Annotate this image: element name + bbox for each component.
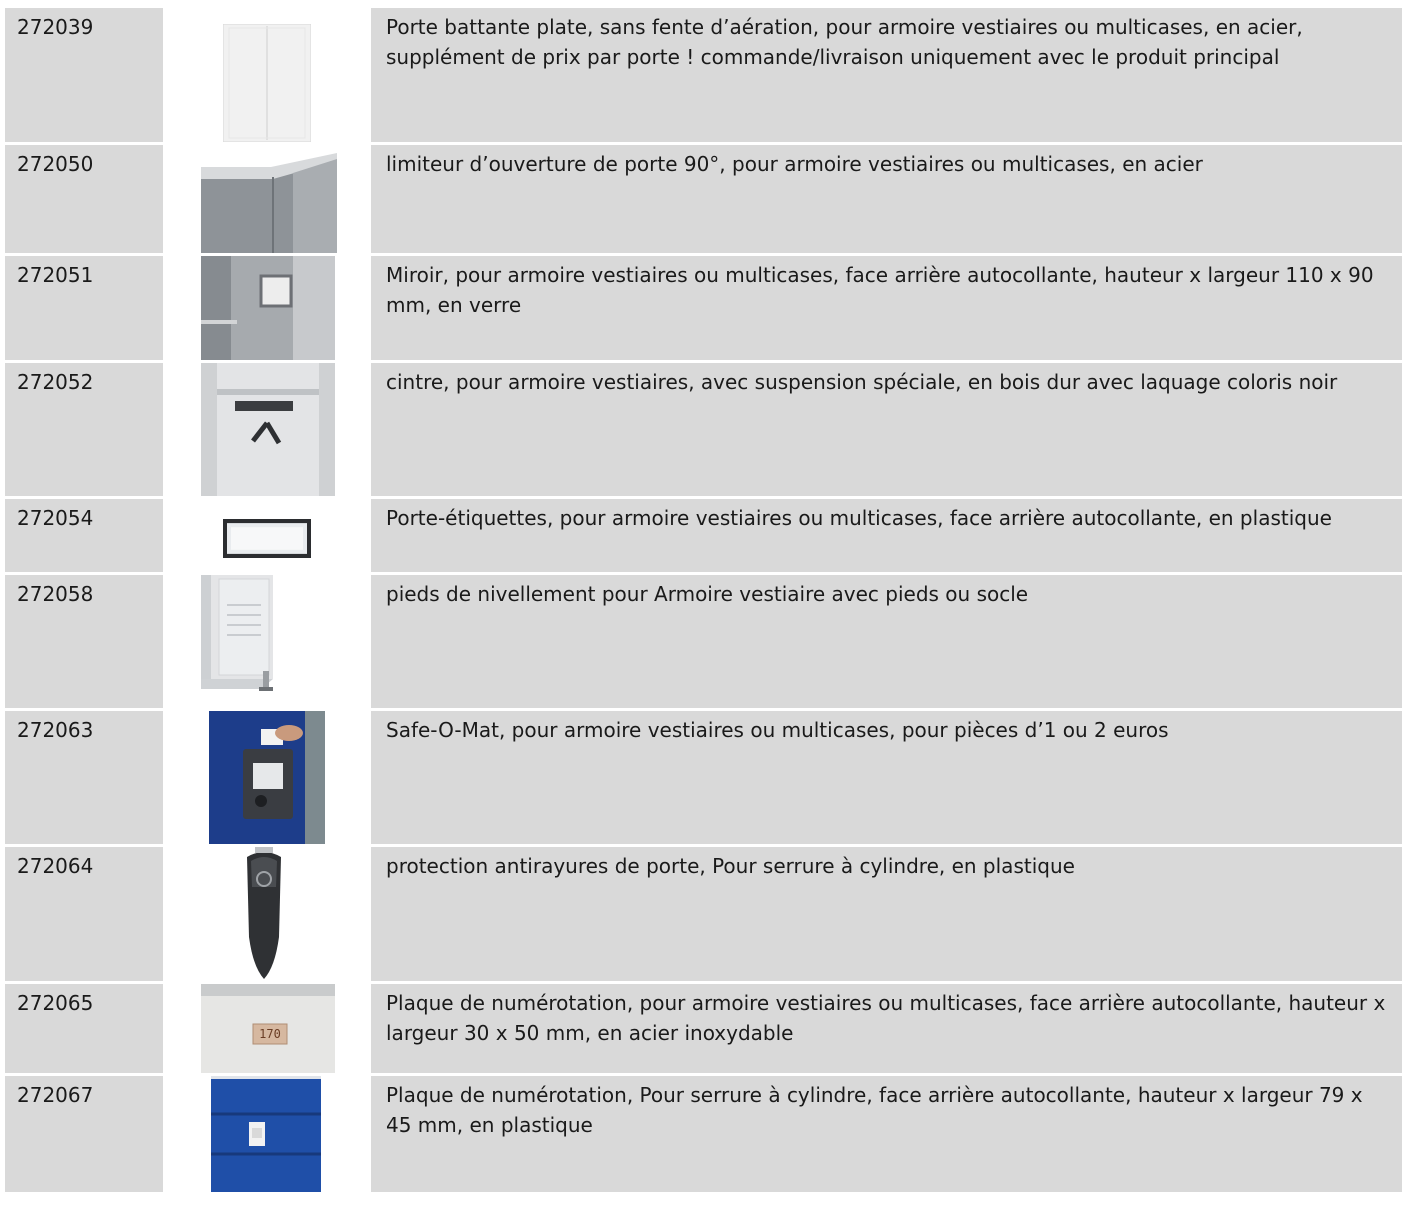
door-limiter-photo [201, 153, 337, 253]
label-holder-photo [223, 519, 311, 558]
hanger-photo [201, 363, 335, 496]
table-row: 272065 170 Plaque de numérotation, pour … [5, 981, 1402, 1073]
product-description: pieds de nivellement pour Armoire vestia… [371, 575, 1402, 708]
leveling-feet-photo [201, 575, 281, 708]
product-image-cell [167, 363, 369, 496]
number-plate-photo: 170 [201, 984, 335, 1073]
table-row: 272067 Plaque de numérotation, Pour serr… [5, 1073, 1402, 1192]
mirror-photo [201, 256, 335, 360]
product-code: 272064 [5, 847, 163, 981]
product-image-cell [167, 1076, 369, 1192]
product-description: protection antirayures de porte, Pour se… [371, 847, 1402, 981]
product-description: Porte-étiquettes, pour armoire vestiaire… [371, 499, 1402, 572]
product-description: Miroir, pour armoire vestiaires ou multi… [371, 256, 1402, 360]
coin-lock-photo [209, 711, 325, 844]
product-code: 272054 [5, 499, 163, 572]
product-code: 272058 [5, 575, 163, 708]
product-image-cell [167, 847, 369, 981]
table-row: 272063 Safe-O-Mat, pour armoire vestiair… [5, 708, 1402, 844]
product-image-cell [167, 711, 369, 844]
table-row: 272058 pieds de nivellement pour Armoire… [5, 572, 1402, 708]
cylinder-number-plate-photo [211, 1076, 321, 1192]
table-row: 272050 limiteur d’ouverture de porte 90°… [5, 142, 1402, 253]
scratch-guard-photo [243, 847, 285, 981]
table-row: 272054 Porte-étiquettes, pour armoire ve… [5, 496, 1402, 572]
product-code: 272039 [5, 8, 163, 142]
table-row: 272064 protection antirayures de porte, … [5, 844, 1402, 981]
product-description: Porte battante plate, sans fente d’aérat… [371, 8, 1402, 142]
product-image-cell [167, 499, 369, 572]
product-code: 272051 [5, 256, 163, 360]
plate-number-text: 170 [259, 1027, 281, 1041]
product-code: 272065 [5, 984, 163, 1073]
table-row: 272052 cintre, pour armoire vestiaires, … [5, 360, 1402, 496]
product-description: Plaque de numérotation, Pour serrure à c… [371, 1076, 1402, 1192]
table-row: 272039 Porte battante plate, sans fente … [5, 8, 1402, 142]
product-image-cell [167, 256, 369, 360]
product-code: 272063 [5, 711, 163, 844]
product-code: 272067 [5, 1076, 163, 1192]
product-code: 272050 [5, 145, 163, 253]
product-table: 272039 Porte battante plate, sans fente … [5, 8, 1402, 1192]
product-image-cell [167, 575, 369, 708]
table-row: 272051 Miroir, pour armoire vestiaires o… [5, 253, 1402, 360]
product-image-cell: 170 [167, 984, 369, 1073]
locker-door-photo [223, 24, 311, 142]
product-description: Plaque de numérotation, pour armoire ves… [371, 984, 1402, 1073]
product-image-cell [167, 8, 369, 142]
product-code: 272052 [5, 363, 163, 496]
product-description: limiteur d’ouverture de porte 90°, pour … [371, 145, 1402, 253]
product-image-cell [167, 145, 369, 253]
product-description: cintre, pour armoire vestiaires, avec su… [371, 363, 1402, 496]
product-description: Safe-O-Mat, pour armoire vestiaires ou m… [371, 711, 1402, 844]
